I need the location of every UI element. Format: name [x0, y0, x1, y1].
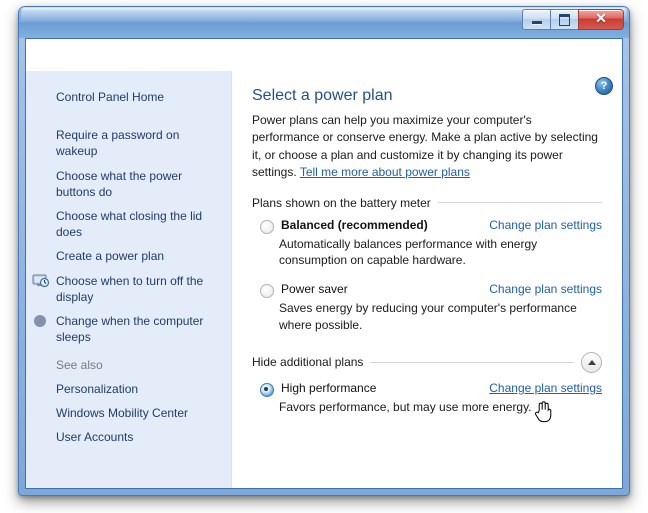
sidebar-item-create-power-plan[interactable]: Create a power plan [26, 244, 231, 268]
minimize-icon [531, 21, 542, 24]
sidebar-item-personalization[interactable]: Personalization [26, 377, 231, 401]
sidebar: Control Panel Home Require a password on… [26, 71, 232, 488]
radio-power-saver[interactable] [260, 284, 274, 299]
explorer-window: ✕ ◄ ► [18, 6, 630, 496]
title-bar: ✕ [19, 7, 629, 38]
sidebar-item-require-password[interactable]: Require a password on wakeup [26, 123, 231, 163]
section-rule [437, 202, 602, 204]
window-controls: ✕ [522, 9, 624, 30]
plan-description: Saves energy by reducing your computer's… [279, 301, 577, 332]
sidebar-item-control-panel-home[interactable]: Control Panel Home [26, 85, 231, 109]
collapse-additional-plans-button[interactable] [581, 351, 602, 373]
sidebar-item-turn-off-display[interactable]: Choose when to turn off the display [26, 269, 231, 309]
plan-row: Power saver Change plan settings [252, 282, 602, 299]
section-title: Hide additional plans [252, 355, 364, 370]
sidebar-item-label: Change when the computer sleeps [56, 313, 204, 345]
monitor-clock-icon [32, 273, 50, 289]
radio-balanced[interactable] [260, 219, 274, 234]
plan-row: Balanced (recommended) Change plan setti… [252, 218, 602, 234]
close-icon: ✕ [595, 11, 607, 27]
change-plan-settings-link-high-performance[interactable]: Change plan settings [489, 381, 602, 395]
body-area: Control Panel Home Require a password on… [26, 71, 622, 488]
radio-high-performance[interactable] [260, 382, 274, 397]
plan-name[interactable]: Balanced (recommended) [281, 218, 428, 232]
maximize-icon [559, 13, 570, 26]
section-title: Plans shown on the battery meter [252, 195, 431, 210]
page-title: Select a power plan [252, 87, 393, 104]
change-plan-settings-link-balanced[interactable]: Change plan settings [489, 218, 602, 232]
intro-paragraph: Power plans can help you maximize your c… [252, 112, 602, 182]
plan-balanced: Balanced (recommended) Change plan setti… [252, 218, 602, 270]
plan-row: High performance Change plan settings [252, 381, 602, 397]
sidebar-item-closing-lid[interactable]: Choose what closing the lid does [26, 204, 231, 244]
plan-name[interactable]: Power saver [281, 282, 348, 296]
plan-description: Automatically balances performance with … [279, 236, 538, 268]
screen: ✕ ◄ ► [0, 0, 648, 513]
section-header-battery-meter: Plans shown on the battery meter [252, 196, 602, 210]
plan-power-saver: Power saver Change plan settings Saves e… [252, 282, 602, 334]
section-rule [370, 361, 574, 363]
sidebar-item-computer-sleeps[interactable]: Change when the computer sleeps [26, 309, 231, 349]
minimize-button[interactable] [522, 9, 551, 30]
sidebar-item-label: Choose when to turn off the display [56, 273, 204, 304]
plan-description: Favors performance, but may use more ene… [279, 399, 532, 414]
section-header-additional-plans: Hide additional plans [252, 351, 602, 373]
help-icon[interactable]: ? [595, 77, 613, 95]
close-button[interactable]: ✕ [578, 9, 624, 30]
window-content-frame: Control Panel Home Require a password on… [25, 38, 623, 489]
plan-high-performance: High performance Change plan settings Fa… [252, 381, 602, 416]
main-content: ? Select a power plan Power plans can he… [232, 71, 622, 488]
sidebar-item-user-accounts[interactable]: User Accounts [26, 425, 231, 449]
change-plan-settings-link-power-saver[interactable]: Change plan settings [489, 282, 602, 296]
see-also-section: See also Personalization Windows Mobilit… [26, 358, 231, 450]
sidebar-item-windows-mobility-center[interactable]: Windows Mobility Center [26, 401, 231, 425]
plan-name[interactable]: High performance [281, 381, 376, 395]
moon-icon [32, 313, 50, 329]
maximize-button[interactable] [550, 9, 579, 30]
tell-me-more-link[interactable]: Tell me more about power plans [300, 165, 470, 179]
chevron-up-icon [587, 359, 596, 365]
sidebar-item-power-buttons[interactable]: Choose what the power buttons do [26, 164, 231, 204]
see-also-heading: See also [56, 358, 103, 372]
